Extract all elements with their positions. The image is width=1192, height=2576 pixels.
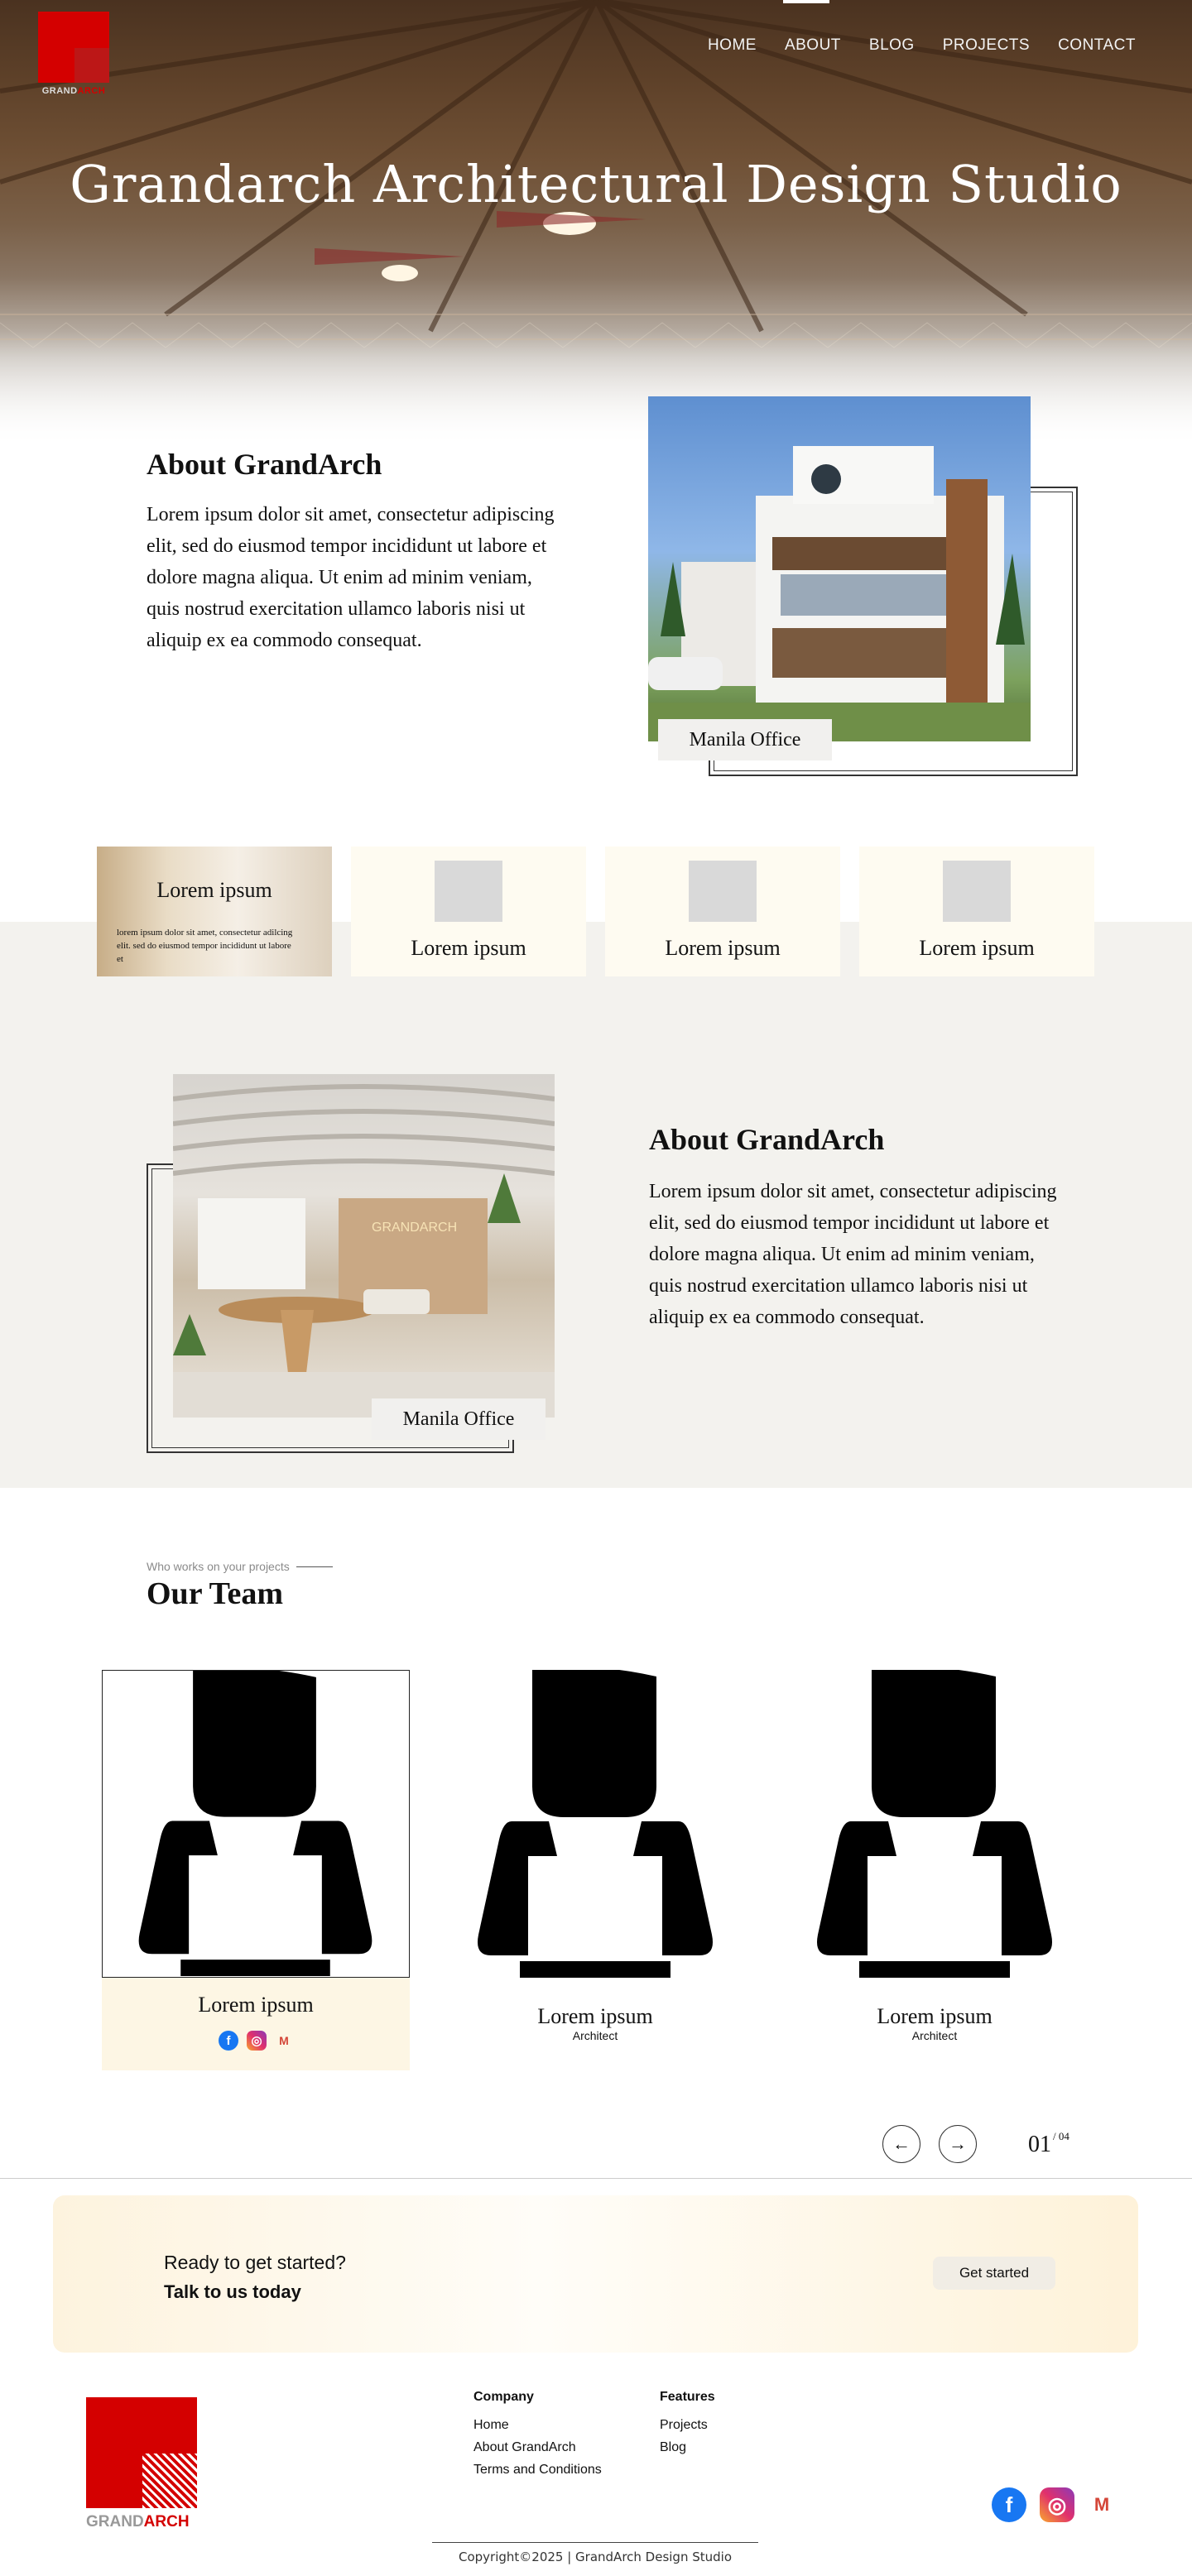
logo-word-arch: ARCH: [77, 86, 106, 96]
facebook-icon[interactable]: f: [992, 2487, 1026, 2522]
nav-active-indicator: [783, 0, 829, 3]
brand-logo[interactable]: GRANDARCH: [38, 12, 109, 99]
member-name: Lorem ipsum: [198, 1993, 314, 2017]
footer-link-projects[interactable]: Projects: [660, 2418, 715, 2433]
team-kicker: Who works on your projects: [147, 1560, 333, 1573]
pager-prev-button[interactable]: ←: [882, 2125, 920, 2163]
main-nav: HOME ABOUT BLOG PROJECTS CONTACT: [708, 36, 1136, 55]
about-text: Lorem ipsum dolor sit amet, consectetur …: [147, 504, 555, 651]
page-total: / 04: [1053, 2130, 1069, 2142]
logo-word-grand: GRAND: [41, 86, 78, 96]
nav-about[interactable]: ABOUT: [785, 36, 841, 55]
member-name: Lorem ipsum: [877, 2004, 993, 2028]
footer-features: Features Projects Blog: [660, 2390, 715, 2463]
image-placeholder: [943, 861, 1011, 922]
member-role: Architect: [911, 2029, 958, 2042]
footer-link-terms[interactable]: Terms and Conditions: [473, 2463, 602, 2478]
logo-mark: [38, 12, 109, 83]
feature-card-2[interactable]: Lorem ipsum: [351, 847, 586, 976]
footer-socials: f ◎ M: [992, 2487, 1116, 2522]
cta-line-1: Ready to get started?: [164, 2252, 346, 2273]
instagram-icon[interactable]: ◎: [1040, 2487, 1074, 2522]
footer-link-home[interactable]: Home: [473, 2418, 602, 2433]
footer-heading: Features: [660, 2390, 715, 2404]
footer-company: Company Home About GrandArch Terms and C…: [473, 2390, 602, 2485]
footer-heading: Company: [473, 2390, 534, 2404]
member-info: Lorem ipsum Architect: [781, 1978, 1089, 2042]
pager-next-button[interactable]: →: [939, 2125, 977, 2163]
logo-word-arch: ARCH: [143, 2513, 190, 2530]
hero-title: Grandarch Architectural Design Studio: [70, 154, 1122, 214]
logo-wordmark: GRANDARCH: [86, 2513, 197, 2531]
person-avatar-icon: [441, 1667, 749, 1978]
kicker-line: [296, 1566, 333, 1567]
logo-mark: [86, 2397, 197, 2508]
section-divider: [0, 2178, 1192, 2179]
card-title: Lorem ipsum: [411, 936, 526, 960]
team-member-card[interactable]: Lorem ipsum Architect: [781, 1667, 1089, 2042]
logo-wordmark: GRANDARCH: [38, 86, 109, 96]
team-member-card[interactable]: Lorem ipsum Architect: [441, 1667, 749, 2042]
manila-office-interior-photo: GRANDARCH: [173, 1074, 555, 1418]
photo-caption: Manila Office: [372, 1398, 546, 1440]
member-role: Architect: [572, 2029, 618, 2042]
copyright: Copyright©2025 | GrandArch Design Studio: [432, 2542, 758, 2564]
page-indicator: 01/ 04: [1028, 2130, 1069, 2158]
cta-line-2: Talk to us today: [164, 2281, 301, 2302]
feature-card-1[interactable]: Lorem ipsum lorem ipsum dolor sit amet, …: [97, 847, 332, 976]
gmail-icon[interactable]: M: [275, 2031, 293, 2051]
get-started-button[interactable]: Get started: [933, 2257, 1055, 2290]
nav-home[interactable]: HOME: [708, 36, 757, 55]
card-title: Lorem ipsum: [665, 936, 781, 960]
member-info: Lorem ipsum f ◎ M: [102, 1978, 410, 2070]
cta-banner: Ready to get started? Talk to us today G…: [53, 2195, 1138, 2353]
page-current: 01: [1028, 2132, 1051, 2157]
team-member-card[interactable]: Lorem ipsum f ◎ M: [102, 1667, 410, 2070]
logo-stripes: [142, 2454, 197, 2508]
team-kicker-text: Who works on your projects: [147, 1560, 290, 1573]
nav-projects[interactable]: PROJECTS: [943, 36, 1030, 55]
footer-link-blog[interactable]: Blog: [660, 2440, 715, 2455]
image-placeholder: [689, 861, 757, 922]
about-text: Lorem ipsum dolor sit amet, consectetur …: [649, 1181, 1057, 1328]
card-title: Lorem ipsum: [156, 878, 272, 902]
about-title: About GrandArch: [649, 1123, 885, 1156]
nav-blog[interactable]: BLOG: [869, 36, 915, 55]
person-avatar-icon: [781, 1667, 1089, 1978]
card-title: Lorem ipsum: [919, 936, 1035, 960]
footer-link-about[interactable]: About GrandArch: [473, 2440, 602, 2455]
gmail-icon[interactable]: M: [1088, 2487, 1116, 2522]
person-avatar-icon: [102, 1667, 410, 1978]
about-title: About GrandArch: [147, 448, 382, 481]
footer-logo[interactable]: GRANDARCH: [86, 2397, 197, 2535]
team-title: Our Team: [147, 1576, 284, 1611]
logo-word-grand: GRAND: [86, 2513, 144, 2530]
feature-card-4[interactable]: Lorem ipsum: [859, 847, 1094, 976]
member-name: Lorem ipsum: [537, 2004, 653, 2028]
manila-office-house-photo: [648, 396, 1031, 741]
photo-caption: Manila Office: [658, 719, 832, 760]
card-text: lorem ipsum dolor sit amet, consectetur …: [117, 928, 293, 964]
office-wall-sign: GRANDARCH: [372, 1221, 457, 1235]
feature-card-3[interactable]: Lorem ipsum: [605, 847, 840, 976]
member-info: Lorem ipsum Architect: [441, 1978, 749, 2042]
nav-contact[interactable]: CONTACT: [1058, 36, 1136, 55]
image-placeholder: [435, 861, 502, 922]
instagram-icon[interactable]: ◎: [247, 2031, 267, 2051]
hero-section: GRANDARCH HOME ABOUT BLOG PROJECTS CONTA…: [0, 0, 1192, 447]
member-socials: f ◎ M: [102, 2031, 410, 2051]
facebook-icon[interactable]: f: [219, 2031, 238, 2051]
